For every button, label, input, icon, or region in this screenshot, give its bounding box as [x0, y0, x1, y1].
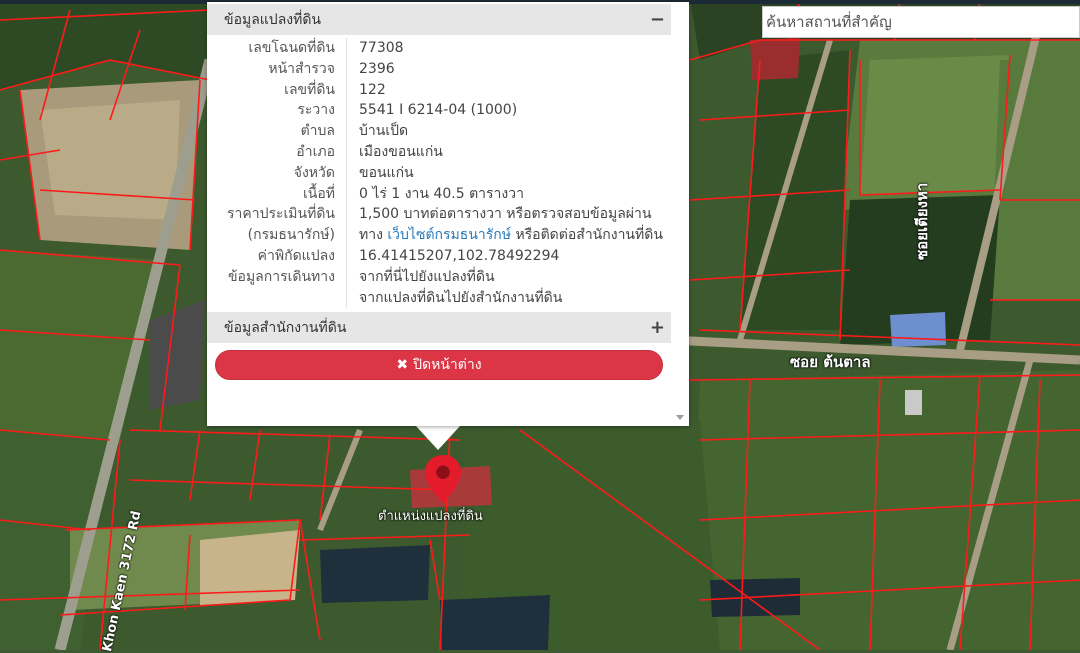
- close-window-label: ปิดหน้าต่าง: [413, 357, 482, 373]
- treasury-website-link[interactable]: เว็บไซต์กรมธนารักษ์: [387, 227, 511, 243]
- parcel-info-popup: ข้อมูลแปลงที่ดิน − เลขโฉนดที่ดิน 77308 หน้…: [207, 2, 689, 426]
- info-row: ระวาง 5541 I 6214-04 (1000): [207, 100, 671, 122]
- land-office-header[interactable]: ข้อมูลสำนักงานที่ดิน +: [207, 312, 671, 343]
- info-label: ค่าพิกัดแปลง: [207, 245, 347, 267]
- info-value: ขอนแก่น: [359, 164, 414, 181]
- info-row-coords: ค่าพิกัดแปลง 16.41415207,102.78492294: [207, 245, 671, 267]
- info-label: ข้อมูลการเดินทาง: [207, 266, 347, 288]
- info-row: จังหวัด ขอนแก่น: [207, 162, 671, 184]
- info-value: 0 ไร่ 1 งาน 40.5 ตารางวา: [359, 185, 524, 202]
- road-label-soi-tiangha: ซอยเตียงหา: [913, 182, 931, 260]
- directions-to-parcel-link[interactable]: จากที่นี่ไปยังแปลงที่ดิน: [347, 267, 495, 288]
- info-label: จังหวัด: [207, 162, 347, 184]
- land-office-title: ข้อมูลสำนักงานที่ดิน: [224, 319, 347, 336]
- info-value: ทาง เว็บไซต์กรมธนารักษ์ หรือติดต่อสำนักง…: [347, 225, 663, 246]
- info-value: เมืองขอนแก่น: [359, 143, 443, 160]
- info-row-travel: ข้อมูลการเดินทาง จากที่นี่ไปยังแปลงที่ดิ…: [207, 266, 671, 288]
- info-row: เลขโฉนดที่ดิน 77308: [207, 38, 671, 59]
- info-label: เลขที่ดิน: [207, 79, 347, 101]
- info-label: เลขโฉนดที่ดิน: [207, 38, 347, 59]
- coords-link[interactable]: 16.41415207,102.78492294: [347, 246, 559, 267]
- road-label-soi-tontan: ซอย ต้นตาล: [790, 353, 871, 371]
- info-label: ระวาง: [207, 100, 347, 122]
- plus-icon[interactable]: +: [650, 318, 665, 337]
- info-label: อำเภอ: [207, 141, 347, 163]
- search-placeholder: ค้นหาสถานที่สำคัญ: [766, 13, 892, 31]
- times-icon: ✖: [396, 357, 409, 373]
- info-label-empty: [207, 287, 347, 309]
- info-label: เนื้อที่: [207, 183, 347, 205]
- info-value: 1,500 บาทต่อตารางวา หรือตรวจสอบข้อมูลผ่า…: [359, 206, 652, 223]
- parcel-info-title: ข้อมูลแปลงที่ดิน: [224, 11, 322, 28]
- map-marker-icon[interactable]: [425, 455, 461, 503]
- popup-tail: [416, 426, 460, 450]
- popup-scrollbar[interactable]: [671, 2, 689, 426]
- info-value: 2396: [359, 60, 395, 77]
- info-row: เลขที่ดิน 122: [207, 79, 671, 101]
- directions-to-office-link[interactable]: จากแปลงที่ดินไปยังสำนักงานที่ดิน: [347, 288, 562, 309]
- info-value: บ้านเป็ด: [359, 123, 409, 140]
- pin-label: ตำแหน่งแปลงที่ดิน: [378, 509, 483, 524]
- minus-icon[interactable]: −: [650, 10, 665, 29]
- info-value: 122: [359, 81, 386, 98]
- parcel-info-table: เลขโฉนดที่ดิน 77308 หน้าสำรวจ 2396 เลขที่ดิน…: [207, 38, 671, 309]
- info-value: 77308: [359, 40, 404, 56]
- info-label: หน้าสำรวจ: [207, 58, 347, 80]
- info-row: หน้าสำรวจ 2396: [207, 58, 671, 80]
- close-window-button[interactable]: ✖ ปิดหน้าต่าง: [215, 350, 663, 380]
- appraisal-prefix: ทาง: [359, 227, 383, 244]
- info-row-travel-2: จากแปลงที่ดินไปยังสำนักงานที่ดิน: [207, 287, 671, 309]
- info-row: อำเภอ เมืองขอนแก่น: [207, 141, 671, 163]
- info-row-appraisal-cont: (กรมธนารักษ์) ทาง เว็บไซต์กรมธนารักษ์ หร…: [207, 225, 671, 246]
- info-label: ราคาประเมินที่ดิน: [207, 204, 347, 226]
- info-row: เนื้อที่ 0 ไร่ 1 งาน 40.5 ตารางวา: [207, 183, 671, 205]
- parcel-info-header[interactable]: ข้อมูลแปลงที่ดิน −: [207, 4, 671, 35]
- info-label: (กรมธนารักษ์): [207, 225, 347, 246]
- search-input[interactable]: ค้นหาสถานที่สำคัญ: [762, 6, 1080, 38]
- info-value: 5541 I 6214-04 (1000): [359, 102, 518, 119]
- info-label: ตำบล: [207, 121, 347, 142]
- scroll-down-arrow-icon[interactable]: [676, 415, 684, 420]
- info-row-appraisal: ราคาประเมินที่ดิน 1,500 บาทต่อตารางวา หร…: [207, 204, 671, 226]
- info-row: ตำบล บ้านเป็ด: [207, 121, 671, 142]
- appraisal-suffix: หรือติดต่อสำนักงานที่ดิน: [515, 227, 663, 244]
